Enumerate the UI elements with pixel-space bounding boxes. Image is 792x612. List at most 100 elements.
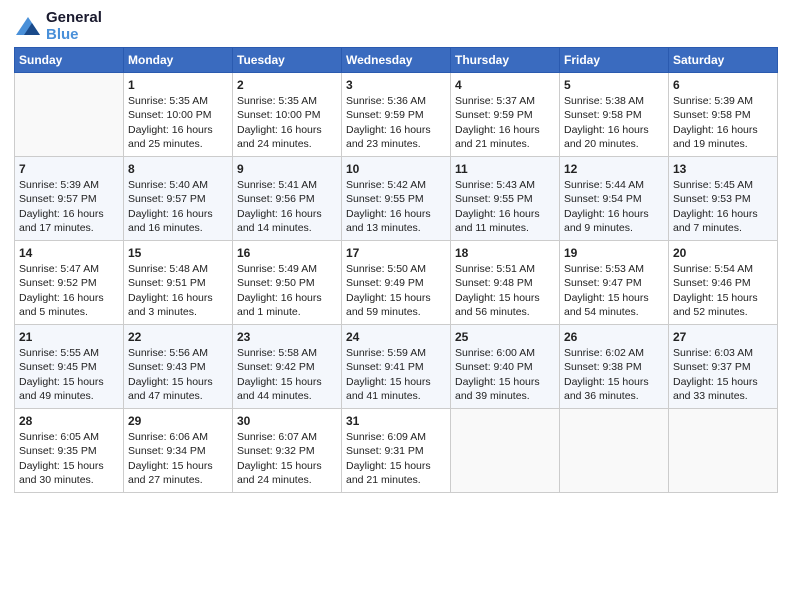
calendar-cell: 8Sunrise: 5:40 AMSunset: 9:57 PMDaylight…: [124, 157, 233, 241]
header: General Blue: [14, 10, 778, 43]
day-number: 5: [564, 77, 664, 93]
weekday-header-wednesday: Wednesday: [342, 48, 451, 73]
logo-text: General Blue: [46, 10, 102, 43]
daylight: Daylight: 16 hours and 19 minutes.: [673, 124, 758, 150]
day-number: 21: [19, 329, 119, 345]
sunrise: Sunrise: 5:35 AM: [237, 95, 317, 107]
calendar-cell: 22Sunrise: 5:56 AMSunset: 9:43 PMDayligh…: [124, 325, 233, 409]
daylight: Daylight: 15 hours and 24 minutes.: [237, 460, 322, 486]
sunrise: Sunrise: 5:45 AM: [673, 179, 753, 191]
weekday-header-tuesday: Tuesday: [233, 48, 342, 73]
week-row-1: 1Sunrise: 5:35 AMSunset: 10:00 PMDayligh…: [15, 73, 778, 157]
daylight: Daylight: 15 hours and 47 minutes.: [128, 376, 213, 402]
sunset: Sunset: 9:38 PM: [564, 361, 642, 373]
calendar-cell: 25Sunrise: 6:00 AMSunset: 9:40 PMDayligh…: [451, 325, 560, 409]
day-number: 8: [128, 161, 228, 177]
sunrise: Sunrise: 5:49 AM: [237, 263, 317, 275]
calendar-table: SundayMondayTuesdayWednesdayThursdayFrid…: [14, 47, 778, 493]
calendar-header-row: SundayMondayTuesdayWednesdayThursdayFrid…: [15, 48, 778, 73]
day-number: 18: [455, 245, 555, 261]
day-number: 31: [346, 413, 446, 429]
sunset: Sunset: 9:57 PM: [128, 193, 206, 205]
day-number: 11: [455, 161, 555, 177]
calendar-cell: 23Sunrise: 5:58 AMSunset: 9:42 PMDayligh…: [233, 325, 342, 409]
sunset: Sunset: 9:55 PM: [346, 193, 424, 205]
daylight: Daylight: 15 hours and 21 minutes.: [346, 460, 431, 486]
daylight: Daylight: 16 hours and 3 minutes.: [128, 292, 213, 318]
weekday-header-sunday: Sunday: [15, 48, 124, 73]
day-number: 12: [564, 161, 664, 177]
calendar-cell: 30Sunrise: 6:07 AMSunset: 9:32 PMDayligh…: [233, 409, 342, 493]
calendar-cell: 17Sunrise: 5:50 AMSunset: 9:49 PMDayligh…: [342, 241, 451, 325]
logo-icon: [14, 15, 42, 39]
sunrise: Sunrise: 5:53 AM: [564, 263, 644, 275]
day-number: 26: [564, 329, 664, 345]
daylight: Daylight: 16 hours and 9 minutes.: [564, 208, 649, 234]
day-number: 16: [237, 245, 337, 261]
calendar-cell: 2Sunrise: 5:35 AMSunset: 10:00 PMDayligh…: [233, 73, 342, 157]
sunset: Sunset: 9:42 PM: [237, 361, 315, 373]
daylight: Daylight: 15 hours and 56 minutes.: [455, 292, 540, 318]
daylight: Daylight: 16 hours and 14 minutes.: [237, 208, 322, 234]
sunset: Sunset: 9:46 PM: [673, 277, 751, 289]
sunset: Sunset: 10:00 PM: [237, 109, 320, 121]
sunset: Sunset: 9:47 PM: [564, 277, 642, 289]
calendar-cell: 15Sunrise: 5:48 AMSunset: 9:51 PMDayligh…: [124, 241, 233, 325]
calendar-cell: 31Sunrise: 6:09 AMSunset: 9:31 PMDayligh…: [342, 409, 451, 493]
day-number: 30: [237, 413, 337, 429]
sunrise: Sunrise: 5:39 AM: [19, 179, 99, 191]
daylight: Daylight: 16 hours and 13 minutes.: [346, 208, 431, 234]
day-number: 24: [346, 329, 446, 345]
day-number: 20: [673, 245, 773, 261]
sunset: Sunset: 9:50 PM: [237, 277, 315, 289]
calendar-cell: 19Sunrise: 5:53 AMSunset: 9:47 PMDayligh…: [560, 241, 669, 325]
day-number: 4: [455, 77, 555, 93]
sunset: Sunset: 9:58 PM: [564, 109, 642, 121]
daylight: Daylight: 15 hours and 44 minutes.: [237, 376, 322, 402]
sunset: Sunset: 9:49 PM: [346, 277, 424, 289]
sunrise: Sunrise: 6:00 AM: [455, 347, 535, 359]
sunrise: Sunrise: 5:58 AM: [237, 347, 317, 359]
weekday-header-friday: Friday: [560, 48, 669, 73]
sunrise: Sunrise: 5:56 AM: [128, 347, 208, 359]
sunrise: Sunrise: 5:43 AM: [455, 179, 535, 191]
calendar-cell: 14Sunrise: 5:47 AMSunset: 9:52 PMDayligh…: [15, 241, 124, 325]
daylight: Daylight: 16 hours and 24 minutes.: [237, 124, 322, 150]
sunset: Sunset: 9:58 PM: [673, 109, 751, 121]
sunrise: Sunrise: 5:54 AM: [673, 263, 753, 275]
logo: General Blue: [14, 10, 102, 43]
calendar-cell: 11Sunrise: 5:43 AMSunset: 9:55 PMDayligh…: [451, 157, 560, 241]
sunrise: Sunrise: 5:36 AM: [346, 95, 426, 107]
sunset: Sunset: 10:00 PM: [128, 109, 211, 121]
day-number: 15: [128, 245, 228, 261]
daylight: Daylight: 16 hours and 23 minutes.: [346, 124, 431, 150]
sunrise: Sunrise: 6:02 AM: [564, 347, 644, 359]
calendar-cell: [15, 73, 124, 157]
calendar-cell: 1Sunrise: 5:35 AMSunset: 10:00 PMDayligh…: [124, 73, 233, 157]
calendar-cell: 16Sunrise: 5:49 AMSunset: 9:50 PMDayligh…: [233, 241, 342, 325]
calendar-cell: 7Sunrise: 5:39 AMSunset: 9:57 PMDaylight…: [15, 157, 124, 241]
calendar-cell: 10Sunrise: 5:42 AMSunset: 9:55 PMDayligh…: [342, 157, 451, 241]
week-row-3: 14Sunrise: 5:47 AMSunset: 9:52 PMDayligh…: [15, 241, 778, 325]
sunrise: Sunrise: 5:42 AM: [346, 179, 426, 191]
sunset: Sunset: 9:54 PM: [564, 193, 642, 205]
sunrise: Sunrise: 5:39 AM: [673, 95, 753, 107]
day-number: 28: [19, 413, 119, 429]
daylight: Daylight: 16 hours and 11 minutes.: [455, 208, 540, 234]
sunrise: Sunrise: 6:05 AM: [19, 431, 99, 443]
sunset: Sunset: 9:56 PM: [237, 193, 315, 205]
week-row-5: 28Sunrise: 6:05 AMSunset: 9:35 PMDayligh…: [15, 409, 778, 493]
sunrise: Sunrise: 5:48 AM: [128, 263, 208, 275]
daylight: Daylight: 15 hours and 33 minutes.: [673, 376, 758, 402]
week-row-2: 7Sunrise: 5:39 AMSunset: 9:57 PMDaylight…: [15, 157, 778, 241]
daylight: Daylight: 16 hours and 7 minutes.: [673, 208, 758, 234]
day-number: 6: [673, 77, 773, 93]
sunrise: Sunrise: 6:06 AM: [128, 431, 208, 443]
sunset: Sunset: 9:31 PM: [346, 445, 424, 457]
sunrise: Sunrise: 6:03 AM: [673, 347, 753, 359]
weekday-header-thursday: Thursday: [451, 48, 560, 73]
daylight: Daylight: 15 hours and 41 minutes.: [346, 376, 431, 402]
calendar-cell: 12Sunrise: 5:44 AMSunset: 9:54 PMDayligh…: [560, 157, 669, 241]
day-number: 25: [455, 329, 555, 345]
calendar-cell: 3Sunrise: 5:36 AMSunset: 9:59 PMDaylight…: [342, 73, 451, 157]
